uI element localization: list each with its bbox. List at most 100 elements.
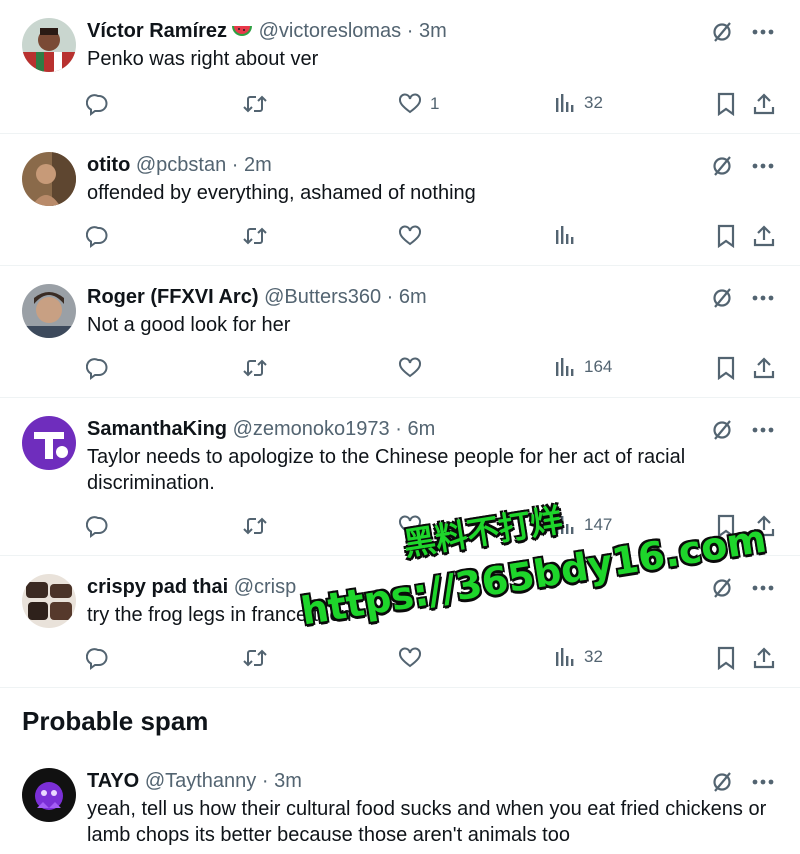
display-name[interactable]: crispy pad thai xyxy=(87,576,228,598)
timestamp[interactable]: 6m xyxy=(399,286,427,308)
tweet[interactable]: Roger (FFXVI Arc) @Butters360 · 6m Not a… xyxy=(0,266,800,398)
timestamp[interactable]: 3m xyxy=(419,20,447,42)
share-button[interactable] xyxy=(752,646,776,670)
retweet-icon xyxy=(242,646,268,670)
bookmark-button[interactable] xyxy=(716,224,736,248)
views-button[interactable] xyxy=(554,224,584,246)
watermelon-emoji-icon xyxy=(231,20,253,46)
share-button[interactable] xyxy=(752,356,776,380)
bookmark-icon xyxy=(716,224,736,248)
share-icon xyxy=(752,356,776,380)
handle[interactable]: @Butters360 xyxy=(264,286,381,308)
share-button[interactable] xyxy=(752,224,776,248)
bookmark-button[interactable] xyxy=(716,356,736,380)
handle[interactable]: @crisp xyxy=(234,576,297,598)
reply-button[interactable] xyxy=(86,514,110,538)
like-icon xyxy=(398,92,422,116)
views-button[interactable]: 32 xyxy=(554,92,603,114)
tweet-text: yeah, tell us how their cultural food su… xyxy=(87,798,767,846)
share-icon xyxy=(752,92,776,116)
like-button[interactable] xyxy=(398,356,430,380)
display-name[interactable]: TAYO xyxy=(87,770,139,792)
bookmark-icon xyxy=(716,514,736,538)
views-button[interactable]: 147 xyxy=(554,514,612,536)
share-button[interactable] xyxy=(752,92,776,116)
timestamp[interactable]: 2m xyxy=(244,154,272,176)
reply-icon xyxy=(86,224,110,248)
timestamp[interactable]: 3m xyxy=(274,770,302,792)
view-count: 164 xyxy=(584,357,613,376)
avatar[interactable] xyxy=(22,18,76,72)
display-name[interactable]: Roger (FFXVI Arc) xyxy=(87,286,259,308)
more-icon[interactable] xyxy=(752,427,774,433)
tweet[interactable]: crispy pad thai @crisp try the frog legs… xyxy=(0,556,800,688)
reply-icon xyxy=(86,646,110,670)
more-icon[interactable] xyxy=(752,295,774,301)
timestamp[interactable]: 6m xyxy=(407,418,435,440)
like-icon xyxy=(398,356,422,380)
reply-button[interactable] xyxy=(86,92,110,116)
more-icon[interactable] xyxy=(752,779,774,785)
avatar[interactable] xyxy=(22,574,76,628)
handle[interactable]: @zemonoko1973 xyxy=(233,418,390,440)
share-icon xyxy=(752,646,776,670)
retweet-button[interactable] xyxy=(242,514,268,538)
like-button[interactable]: 1 xyxy=(398,92,439,116)
avatar[interactable] xyxy=(22,768,76,822)
grok-icon[interactable] xyxy=(710,576,734,600)
more-icon[interactable] xyxy=(752,163,774,169)
avatar[interactable] xyxy=(22,152,76,206)
bookmark-icon xyxy=(716,646,736,670)
bookmark-button[interactable] xyxy=(716,646,736,670)
share-button[interactable] xyxy=(752,514,776,538)
views-button[interactable]: 32 xyxy=(554,646,603,668)
grok-icon[interactable] xyxy=(710,286,734,310)
views-button[interactable]: 164 xyxy=(554,356,612,378)
tweet[interactable]: SamanthaKing @zemonoko1973 · 6m Taylor n… xyxy=(0,398,800,556)
retweet-button[interactable] xyxy=(242,224,268,248)
reply-button[interactable] xyxy=(86,646,110,670)
handle[interactable]: @victoreslomas xyxy=(259,20,402,42)
like-icon xyxy=(398,646,422,670)
reply-button[interactable] xyxy=(86,224,110,248)
like-button[interactable] xyxy=(398,646,430,670)
display-name[interactable]: SamanthaKing xyxy=(87,418,227,440)
avatar[interactable] xyxy=(22,284,76,338)
like-button[interactable] xyxy=(398,514,430,538)
separator: · xyxy=(261,770,269,792)
handle[interactable]: @pcbstan xyxy=(136,154,226,176)
views-icon xyxy=(554,646,576,668)
grok-icon[interactable] xyxy=(710,418,734,442)
retweet-icon xyxy=(242,224,268,248)
bookmark-button[interactable] xyxy=(716,92,736,116)
tweet[interactable]: TAYO @Taythanny · 3m yeah, tell us how t… xyxy=(0,750,800,854)
like-count: 1 xyxy=(430,94,440,113)
bookmark-button[interactable] xyxy=(716,514,736,538)
like-icon xyxy=(398,514,422,538)
view-count: 32 xyxy=(584,647,603,666)
grok-icon[interactable] xyxy=(710,20,734,44)
tweet-text: Taylor needs to apologize to the Chinese… xyxy=(87,446,686,494)
handle[interactable]: @Taythanny xyxy=(145,770,256,792)
retweet-button[interactable] xyxy=(242,92,268,116)
bookmark-icon xyxy=(716,92,736,116)
grok-icon[interactable] xyxy=(710,770,734,794)
display-name[interactable]: otito xyxy=(87,154,130,176)
reply-button[interactable] xyxy=(86,356,110,380)
avatar[interactable] xyxy=(22,416,76,470)
share-icon xyxy=(752,224,776,248)
tweet[interactable]: otito @pcbstan · 2m offended by everythi… xyxy=(0,134,800,266)
retweet-icon xyxy=(242,92,268,116)
more-icon[interactable] xyxy=(752,29,774,35)
section-title: Probable spam xyxy=(22,706,209,736)
tweet[interactable]: Víctor Ramírez @victoreslomas · 3m Penko… xyxy=(0,0,800,134)
retweet-icon xyxy=(242,356,268,380)
more-icon[interactable] xyxy=(752,585,774,591)
like-button[interactable] xyxy=(398,224,430,248)
retweet-icon xyxy=(242,514,268,538)
retweet-button[interactable] xyxy=(242,646,268,670)
views-icon xyxy=(554,224,576,246)
display-name[interactable]: Víctor Ramírez xyxy=(87,20,227,42)
retweet-button[interactable] xyxy=(242,356,268,380)
grok-icon[interactable] xyxy=(710,154,734,178)
